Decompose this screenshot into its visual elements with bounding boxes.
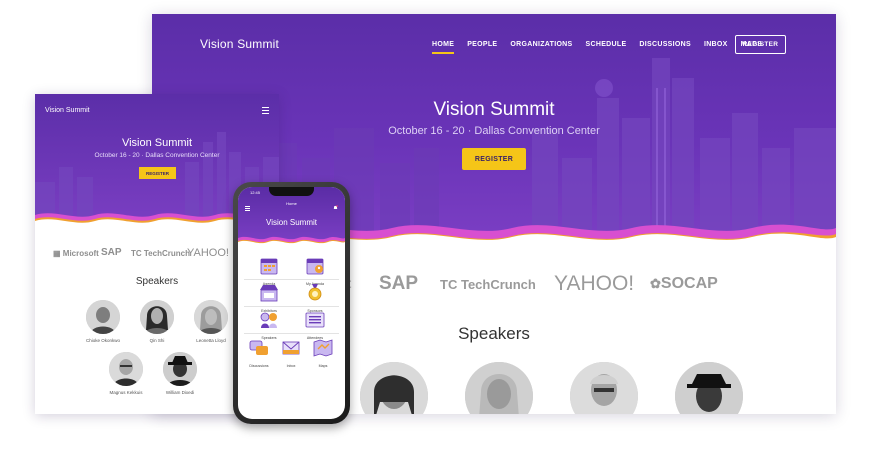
speakers-icon <box>260 312 277 328</box>
speaker-avatar[interactable] <box>465 362 533 414</box>
app-screen-title: Home <box>286 201 297 206</box>
showcase: Vision Summit HOME PEOPLE ORGANIZATIONS … <box>0 0 872 454</box>
medal-icon <box>308 284 322 301</box>
tile-maps[interactable]: Maps <box>308 339 338 368</box>
logo-socap: ✿SOCAP <box>650 275 718 292</box>
tile-sponsors[interactable]: Sponsors <box>298 284 332 313</box>
tile-agenda[interactable]: Agenda <box>252 257 286 286</box>
calendar-icon <box>260 258 278 275</box>
tablet-hero-title: Vision Summit <box>121 137 193 149</box>
speaker-avatar[interactable] <box>570 362 638 414</box>
hamburger-menu-icon[interactable] <box>262 107 269 116</box>
tablet-logo-techcrunch: TC TechCrunch <box>131 249 190 258</box>
map-icon <box>313 339 333 357</box>
logo-techcrunch: TC TechCrunch <box>440 277 536 292</box>
inbox-icon <box>282 341 300 355</box>
nav-register-button[interactable]: REGISTER <box>735 35 786 54</box>
app-wave <box>238 236 345 249</box>
tile-inbox[interactable]: Inbox <box>276 339 306 368</box>
tablet-hero-subtitle: October 16 - 20 · Dallas Convention Cent… <box>94 152 220 159</box>
menu-icon[interactable] <box>245 206 250 212</box>
nav-people[interactable]: PEOPLE <box>467 41 497 48</box>
speaker-name: Chioke Okonkwo <box>85 338 121 343</box>
nav-inbox[interactable]: INBOX <box>704 41 728 48</box>
hero-register-button[interactable]: REGISTER <box>462 148 526 170</box>
tablet-register-button[interactable]: REGISTER <box>139 167 176 179</box>
nav-organizations[interactable]: ORGANIZATIONS <box>510 41 572 48</box>
my-calendar-icon <box>306 258 324 275</box>
tablet-speaker[interactable]: Qin Shi <box>137 300 177 343</box>
tablet-logo-microsoft: ▦ Microsoft <box>53 249 99 258</box>
tablet-speaker[interactable]: William Dixedi <box>160 352 200 395</box>
speaker-name: William Dixedi <box>165 390 195 395</box>
notification-bell-icon[interactable] <box>333 205 338 210</box>
nav-discussions[interactable]: DISCUSSIONS <box>639 41 691 48</box>
speaker-avatar[interactable] <box>675 362 743 414</box>
tablet-speaker[interactable]: Leonetta Lloyd <box>191 300 231 343</box>
phone-notch <box>269 187 314 196</box>
attendees-icon <box>305 312 325 328</box>
tablet-logo-sap: SAP <box>101 247 122 258</box>
logo-sap: SAP <box>379 273 419 294</box>
brand-logo[interactable]: Vision Summit <box>200 37 279 51</box>
tile-attendees[interactable]: Attendees <box>298 311 332 340</box>
tablet-speaker[interactable]: Magnus Kekkuis <box>106 352 146 395</box>
tile-my-agenda[interactable]: My Agenda <box>298 257 332 286</box>
tile-speakers[interactable]: Speakers <box>252 311 286 340</box>
booth-icon <box>260 285 278 302</box>
tile-exhibitors[interactable]: Exhibitors <box>252 284 286 313</box>
phone-screen: 12:45 Home Vision Summit Agenda My Agend… <box>238 187 345 419</box>
speaker-name: Qin Shi <box>149 338 165 343</box>
tablet-speaker[interactable]: Chioke Okonkwo <box>83 300 123 343</box>
logo-yahoo: YAHOO! <box>554 272 635 295</box>
speaker-name: Leonetta Lloyd <box>196 338 226 343</box>
nav-home[interactable]: HOME <box>432 41 455 54</box>
nav-menu: HOME PEOPLE ORGANIZATIONS SCHEDULE DISCU… <box>432 41 762 54</box>
tablet-brand[interactable]: Vision Summit <box>45 107 90 114</box>
app-title: Vision Summit <box>266 218 317 227</box>
desktop-navbar: Vision Summit HOME PEOPLE ORGANIZATIONS … <box>152 14 836 72</box>
nav-schedule[interactable]: SCHEDULE <box>586 41 627 48</box>
status-time: 12:45 <box>250 190 261 195</box>
phone-mockup: 12:45 Home Vision Summit Agenda My Agend… <box>233 182 350 424</box>
speaker-avatar[interactable] <box>360 362 428 414</box>
tile-discussions[interactable]: Discussions <box>244 339 274 368</box>
discussions-icon <box>249 340 268 355</box>
speaker-name: Magnus Kekkuis <box>109 390 143 395</box>
tablet-logo-yahoo: YAHOO! <box>187 247 229 259</box>
